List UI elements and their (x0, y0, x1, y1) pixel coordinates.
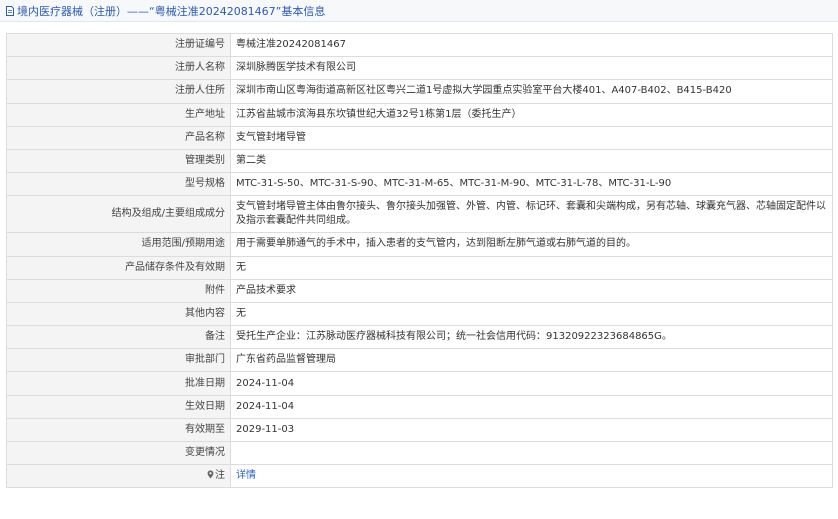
field-value: 2024-11-04 (230, 371, 833, 396)
table-row: 适用范围/预期用途 用于需要单肺通气的手术中，插入患者的支气管内，达到阻断左肺气… (6, 232, 833, 257)
field-label: 管理类别 (6, 148, 231, 174)
field-value (230, 440, 833, 466)
field-label: 审批部门 (6, 348, 231, 373)
table-row: 生效日期 2024-11-04 (6, 394, 833, 419)
detail-table: 注册证编号 粤械注准20242081467 注册人名称 深圳脉腾医学技术有限公司… (6, 32, 833, 489)
field-value: 2029-11-03 (230, 417, 833, 443)
field-label: 其他内容 (6, 301, 231, 327)
field-label: 注册证编号 (6, 32, 231, 58)
field-value: 产品技术要求 (230, 278, 833, 303)
table-row: 管理类别 第二类 (6, 148, 833, 174)
field-label: 产品名称 (6, 125, 231, 150)
field-value: 受托生产企业：江苏脉动医疗器械科技有限公司；统一社会信用代码：913209223… (230, 325, 833, 350)
table-row: 其他内容 无 (6, 301, 833, 327)
field-label: 变更情况 (6, 440, 231, 466)
field-value: 广东省药品监督管理局 (230, 348, 833, 373)
table-row: 有效期至 2029-11-03 (6, 417, 833, 443)
table-row: 注册人住所 深圳市南山区粤海街道高新区社区粤兴二道1号虚拟大学园重点实验室平台大… (6, 79, 833, 104)
field-label: 结构及组成/主要组成成分 (6, 195, 231, 234)
field-value: 粤械注准20242081467 (230, 32, 833, 58)
details-link[interactable]: 详情 (236, 470, 256, 481)
field-label: 生效日期 (6, 394, 231, 419)
field-value: 深圳市南山区粤海街道高新区社区粤兴二道1号虚拟大学园重点实验室平台大楼401、A… (230, 79, 833, 104)
field-label: 型号规格 (6, 172, 231, 197)
document-icon (6, 5, 14, 16)
field-label: 产品储存条件及有效期 (6, 255, 231, 280)
table-row: 产品名称 支气管封堵导管 (6, 125, 833, 150)
field-value: 2024-11-04 (230, 394, 833, 419)
detail-table-container: 注册证编号 粤械注准20242081467 注册人名称 深圳脉腾医学技术有限公司… (6, 32, 833, 489)
field-value: 江苏省盐城市滨海县东坎镇世纪大道32号1栋第1层（委托生产） (230, 102, 833, 127)
table-row: 注 详情 (6, 464, 833, 489)
field-label: 适用范围/预期用途 (6, 232, 231, 257)
field-label: 备注 (6, 325, 231, 350)
field-value: 无 (230, 301, 833, 327)
table-row: 产品储存条件及有效期 无 (6, 255, 833, 280)
location-pin-icon (207, 470, 214, 479)
field-value: 第二类 (230, 148, 833, 174)
field-value: 支气管封堵导管主体由鲁尔接头、鲁尔接头加强管、外管、内管、标记环、套囊和尖端构成… (230, 195, 833, 234)
table-row: 注册证编号 粤械注准20242081467 (6, 32, 833, 58)
table-row: 结构及组成/主要组成成分 支气管封堵导管主体由鲁尔接头、鲁尔接头加强管、外管、内… (6, 195, 833, 234)
field-label: 注册人名称 (6, 56, 231, 81)
table-row: 生产地址 江苏省盐城市滨海县东坎镇世纪大道32号1栋第1层（委托生产） (6, 102, 833, 127)
field-label: 附件 (6, 278, 231, 303)
field-label: 生产地址 (6, 102, 231, 127)
table-row: 变更情况 (6, 440, 833, 466)
note-label-cell: 注 (6, 464, 231, 489)
table-row: 注册人名称 深圳脉腾医学技术有限公司 (6, 56, 833, 81)
page-title: 境内医疗器械（注册）——“粤械注准20242081467”基本信息 (17, 4, 326, 18)
field-label: 注 (215, 470, 225, 482)
field-value: 深圳脉腾医学技术有限公司 (230, 56, 833, 81)
field-value-cell: 详情 (230, 464, 833, 489)
field-label: 注册人住所 (6, 79, 231, 104)
field-label: 批准日期 (6, 371, 231, 396)
field-value: 支气管封堵导管 (230, 125, 833, 150)
table-row: 备注 受托生产企业：江苏脉动医疗器械科技有限公司；统一社会信用代码：913209… (6, 325, 833, 350)
table-row: 审批部门 广东省药品监督管理局 (6, 348, 833, 373)
field-value: 用于需要单肺通气的手术中，插入患者的支气管内，达到阻断左肺气道或右肺气道的目的。 (230, 232, 833, 257)
table-row: 型号规格 MTC-31-S-50、MTC-31-S-90、MTC-31-M-65… (6, 172, 833, 197)
field-label: 有效期至 (6, 417, 231, 443)
field-value: 无 (230, 255, 833, 280)
field-value: MTC-31-S-50、MTC-31-S-90、MTC-31-M-65、MTC-… (230, 172, 833, 197)
table-row: 批准日期 2024-11-04 (6, 371, 833, 396)
page-header: 境内医疗器械（注册）——“粤械注准20242081467”基本信息 (0, 0, 838, 22)
note-label-wrap: 注 (207, 470, 225, 481)
table-row: 附件 产品技术要求 (6, 278, 833, 303)
